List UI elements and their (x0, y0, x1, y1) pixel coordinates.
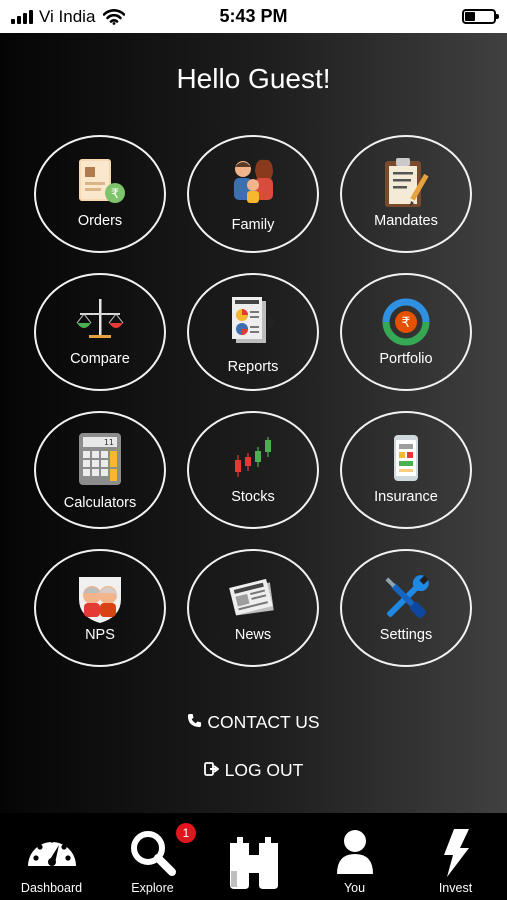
menu-tile-reports[interactable]: Reports (187, 273, 319, 391)
menu-tile-label: Compare (70, 351, 130, 367)
tab-binoculars[interactable] (203, 813, 304, 900)
compare-scale-icon (76, 299, 124, 338)
lightning-icon (443, 829, 469, 877)
menu-tile-label: Orders (77, 213, 123, 229)
bottom-tab-bar: Dashboard Explore 1 You Invest (0, 813, 507, 900)
menu-tile-nps[interactable]: NPS (34, 549, 166, 667)
greeting-title: Hello Guest! (176, 63, 331, 94)
tab-label: Dashboard (20, 881, 83, 895)
menu-tile-label: NPS (85, 627, 115, 643)
phone-icon (187, 712, 202, 733)
menu-tile-label: Stocks (231, 489, 275, 505)
contact-us-label: CONTACT US (207, 712, 320, 732)
contact-us-link[interactable]: CONTACT US (0, 712, 507, 733)
menu-tile-settings[interactable]: Settings (340, 549, 472, 667)
portfolio-rupee-cycle-icon: ₹ (382, 298, 430, 346)
logout-link[interactable]: LOG OUT (0, 760, 507, 781)
orders-document-icon: ₹ (79, 159, 125, 203)
menu-tile-compare[interactable]: Compare (34, 273, 166, 391)
insurance-phone-icon (394, 435, 418, 481)
battery-icon (462, 9, 499, 24)
menu-tile-label: Insurance (374, 489, 438, 505)
explore-notification-badge: 1 (176, 823, 196, 843)
nps-elderly-couple-icon (79, 577, 121, 623)
menu-tile-label: News (234, 627, 272, 643)
stocks-candlestick-icon (235, 437, 271, 477)
tab-label: Invest (438, 881, 473, 895)
menu-tile-portfolio[interactable]: ₹ Portfolio (340, 273, 472, 391)
logout-label: LOG OUT (224, 760, 304, 780)
menu-tile-family[interactable]: Family (187, 135, 319, 253)
magnifier-icon (130, 831, 176, 876)
menu-tile-label: Mandates (374, 213, 438, 229)
mandates-clipboard-icon (385, 158, 429, 207)
menu-tile-calculators[interactable]: 11 Calculators (34, 411, 166, 529)
tab-dashboard[interactable]: Dashboard (1, 813, 102, 900)
calculator-icon: 11 (79, 433, 121, 485)
menu-tile-label: Settings (379, 627, 433, 643)
status-time: 5:43 PM (219, 6, 288, 26)
logout-icon (203, 760, 220, 781)
main-menu-area: Hello Guest! ₹ Orders Family Mandates Co… (0, 33, 507, 813)
tab-you[interactable]: You (304, 813, 405, 900)
speedometer-icon (27, 837, 76, 866)
tab-label: You (343, 881, 366, 895)
svg-text:11: 11 (104, 438, 114, 447)
menu-tile-stocks[interactable]: Stocks (187, 411, 319, 529)
menu-tile-mandates[interactable]: Mandates (340, 135, 472, 253)
menu-tile-insurance[interactable]: Insurance (340, 411, 472, 529)
family-icon (234, 159, 273, 203)
menu-tile-label: Calculators (63, 495, 137, 511)
status-bar: Vi India 5:43 PM (0, 0, 507, 33)
news-newspaper-icon (229, 578, 274, 616)
svg-text:₹: ₹ (111, 187, 119, 202)
menu-tile-label: Reports (227, 359, 279, 375)
tab-label: Explore (131, 881, 174, 895)
reports-newspaper-icon (232, 297, 276, 343)
person-icon (336, 830, 373, 874)
menu-tile-news[interactable]: News (187, 549, 319, 667)
menu-tile-orders[interactable]: ₹ Orders (34, 135, 166, 253)
menu-tile-label: Family (231, 217, 275, 233)
tab-invest[interactable]: Invest (405, 813, 506, 900)
svg-text:₹: ₹ (402, 315, 411, 331)
menu-tile-label: Portfolio (379, 351, 433, 367)
settings-tools-icon (385, 575, 429, 618)
binoculars-icon (229, 837, 278, 889)
